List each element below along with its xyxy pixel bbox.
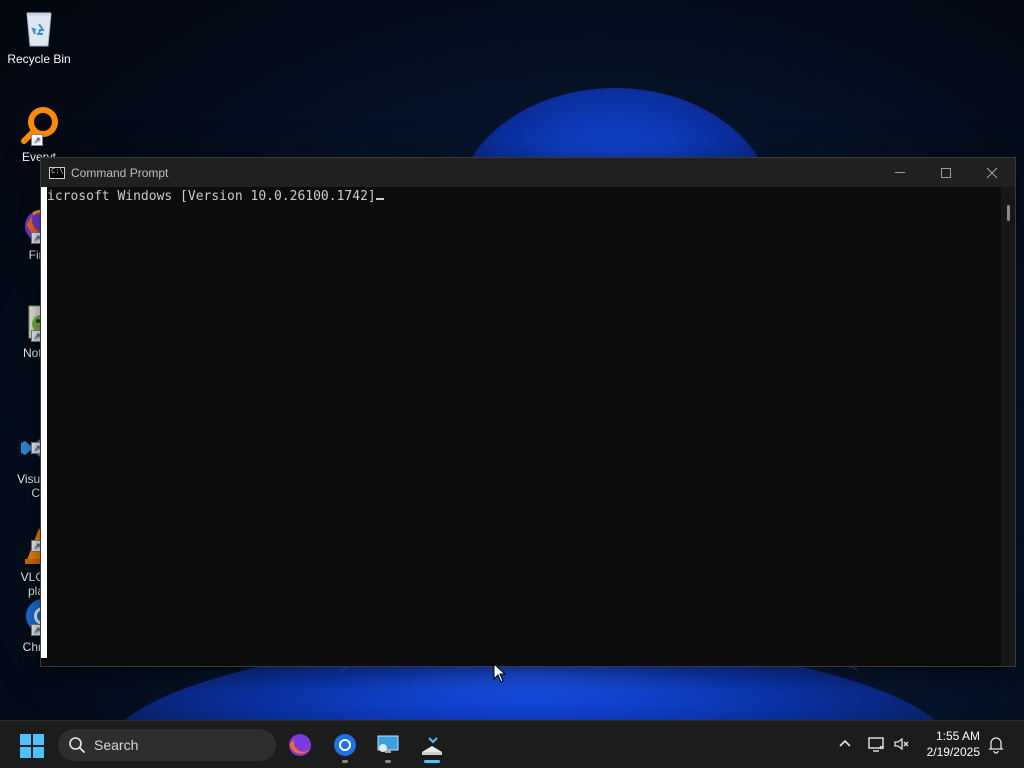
desktop-icon-everything[interactable]: ↗ Everyt bbox=[0, 106, 78, 164]
clock-time: 1:55 AM bbox=[935, 729, 980, 743]
scrollbar-thumb[interactable] bbox=[1007, 205, 1010, 221]
close-icon bbox=[986, 167, 998, 178]
taskbar: Search 1:55 AM 2/19/2025 bbox=[0, 720, 1024, 768]
network-status[interactable] bbox=[866, 734, 886, 754]
taskbar-remote-desktop[interactable] bbox=[372, 729, 404, 763]
clock-date: 2/19/2025 bbox=[926, 745, 980, 759]
chrome-icon bbox=[334, 734, 356, 756]
desktop-icon-label: Recycle Bin bbox=[7, 52, 71, 66]
notifications-button[interactable] bbox=[986, 734, 1006, 754]
close-button[interactable] bbox=[969, 158, 1015, 187]
mouse-pointer-icon bbox=[493, 662, 507, 683]
window-title: Command Prompt bbox=[71, 165, 169, 180]
chevron-up-icon bbox=[839, 739, 851, 747]
recycle-bin-icon bbox=[19, 8, 59, 48]
remote-desktop-icon bbox=[377, 735, 399, 753]
active-indicator bbox=[424, 760, 440, 763]
command-prompt-window[interactable]: Command Prompt icrosoft Windows [Version… bbox=[40, 157, 1016, 667]
start-button[interactable] bbox=[20, 734, 44, 758]
shortcut-arrow-icon: ↗ bbox=[31, 134, 43, 146]
terminal-line: icrosoft Windows [Version 10.0.26100.174… bbox=[47, 189, 376, 204]
cmd-app-icon bbox=[49, 166, 65, 179]
window-titlebar[interactable]: Command Prompt bbox=[41, 158, 1015, 187]
bell-icon bbox=[988, 737, 1004, 754]
minimize-button[interactable] bbox=[877, 158, 923, 187]
search-icon bbox=[69, 737, 85, 753]
text-cursor bbox=[375, 198, 384, 200]
show-hidden-icons-button[interactable] bbox=[835, 734, 855, 754]
running-indicator bbox=[342, 760, 348, 763]
firefox-icon bbox=[289, 734, 311, 756]
terminal-app-icon bbox=[422, 737, 442, 755]
running-indicator bbox=[385, 760, 391, 763]
desktop-icon-recycle-bin[interactable]: Recycle Bin bbox=[0, 8, 78, 66]
search-placeholder: Search bbox=[94, 737, 139, 753]
vertical-scrollbar[interactable] bbox=[1001, 187, 1015, 666]
taskbar-search[interactable]: Search bbox=[58, 729, 276, 761]
taskbar-terminal[interactable] bbox=[416, 729, 448, 763]
windows-logo-icon bbox=[20, 734, 44, 758]
minimize-icon bbox=[895, 172, 905, 173]
maximize-icon bbox=[941, 167, 951, 178]
taskbar-firefox[interactable] bbox=[284, 729, 316, 761]
taskbar-clock[interactable]: 1:55 AM 2/19/2025 bbox=[920, 728, 980, 760]
volume-control[interactable] bbox=[892, 734, 912, 754]
maximize-button[interactable] bbox=[923, 158, 969, 187]
network-icon bbox=[868, 737, 884, 752]
everything-search-icon: ↗ bbox=[19, 106, 59, 146]
terminal-output[interactable]: icrosoft Windows [Version 10.0.26100.174… bbox=[41, 187, 1001, 666]
taskbar-chrome[interactable] bbox=[329, 729, 361, 763]
volume-muted-icon bbox=[894, 737, 909, 751]
